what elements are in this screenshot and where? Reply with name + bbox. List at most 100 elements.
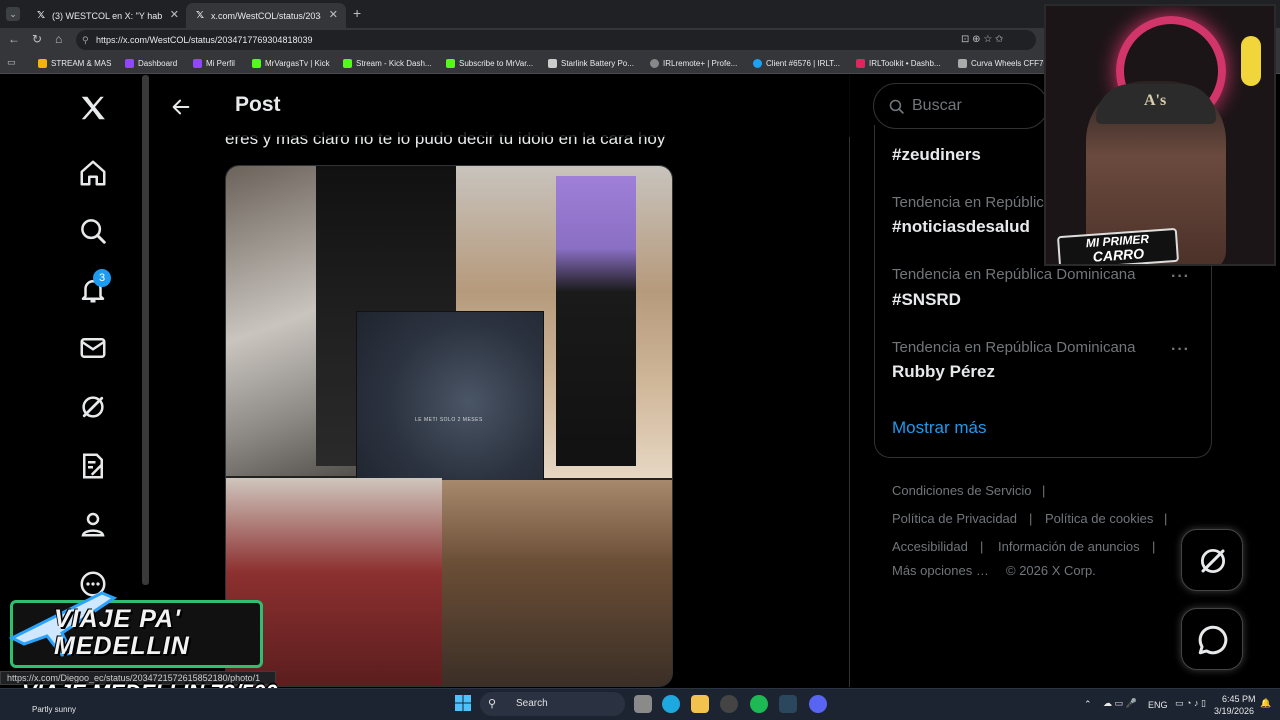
more-options-icon[interactable]: ··· <box>1171 341 1190 359</box>
bookmark-label: IRLToolkit • Dashb... <box>869 59 941 68</box>
car-badge: MI PRIMER CARRO <box>1056 227 1180 264</box>
banner-line: MEDELLIN <box>54 632 190 660</box>
bookmark-label: MrVargasTv | Kick <box>265 59 330 68</box>
copyright: © 2026 X Corp. <box>1006 563 1096 578</box>
footer-link[interactable]: Información de anuncios <box>998 539 1140 554</box>
trend-name[interactable]: #SNSRD <box>892 290 961 310</box>
spotify-icon[interactable] <box>750 695 768 713</box>
bookmark-label: STREAM & MAS <box>51 59 112 68</box>
bookmark-label: IRLremote+ | Profe... <box>663 59 738 68</box>
messages-button[interactable] <box>1181 608 1243 670</box>
site-info-icon[interactable]: ⚲ <box>82 30 89 50</box>
footer-divider: | <box>1152 539 1156 554</box>
new-tab-icon[interactable]: + <box>353 5 361 21</box>
footer-divider: | <box>1029 511 1033 526</box>
photo-racing-outfit <box>556 176 636 466</box>
kick-icon <box>343 59 352 68</box>
mail-icon[interactable] <box>78 333 108 363</box>
notification-bell-icon[interactable]: 🔔 <box>1260 698 1271 709</box>
clock-date[interactable]: 3/19/2026 <box>1214 706 1254 716</box>
bookmark-label: Stream - Kick Dash... <box>356 59 432 68</box>
bookmark-item[interactable]: MrVargasTv | Kick <box>252 57 330 70</box>
apps-icon[interactable]: ▭ <box>7 57 16 68</box>
tab-active-status[interactable]: 𝕏 x.com/WestCOL/status/20347192 ✕ <box>186 3 346 28</box>
trend-name[interactable]: Rubby Pérez <box>892 362 995 382</box>
bookmark-item[interactable]: IRLToolkit • Dashb... <box>856 57 941 70</box>
taskbar-search[interactable]: ⚲ Search <box>480 692 625 716</box>
close-icon[interactable]: ✕ <box>329 8 338 21</box>
reload-icon[interactable]: ↻ <box>32 32 42 46</box>
search-placeholder: Buscar <box>912 97 962 114</box>
bookmark-item[interactable]: IRLremote+ | Profe... <box>650 57 737 70</box>
close-icon[interactable]: ✕ <box>170 8 179 21</box>
grok-icon[interactable] <box>78 392 108 422</box>
notification-badge: 3 <box>93 269 111 287</box>
tweet-media[interactable]: LE METI SOLO 2 MESES <box>225 165 673 687</box>
search-icon[interactable] <box>78 216 108 246</box>
scrollbar[interactable] <box>142 75 149 585</box>
trend-category: Tendencia en República Dominicana <box>892 266 1136 283</box>
x-logo-icon: 𝕏 <box>195 9 205 21</box>
search-icon <box>889 99 904 114</box>
footer-divider: | <box>1164 511 1168 526</box>
tab-westcol-post[interactable]: 𝕏 (3) WESTCOL en X: "Y hablando de ✕ <box>27 3 187 28</box>
footer-link[interactable]: Accesibilidad <box>892 539 968 554</box>
profile-icon[interactable] <box>78 509 108 539</box>
photo-sunglasses-couple <box>442 480 672 686</box>
chevron-up-icon[interactable]: ⌃ <box>1084 699 1092 710</box>
clock-time[interactable]: 6:45 PM <box>1222 694 1256 704</box>
chat-bubble-icon <box>1198 625 1228 655</box>
toolkit-icon <box>856 59 865 68</box>
tab-title: (3) WESTCOL en X: "Y hablando de <box>52 10 162 21</box>
page-tools-icon[interactable]: ⊡ ⊕ ☆ ✩ <box>961 30 1003 50</box>
x-logo-icon: 𝕏 <box>36 9 46 21</box>
bookmark-item[interactable]: Subscribe to MrVar... <box>446 57 533 70</box>
footer-divider: | <box>980 539 984 554</box>
footer-divider: | <box>1042 483 1046 498</box>
home-icon[interactable] <box>78 158 108 188</box>
bookmark-item[interactable]: STREAM & MAS <box>38 57 111 70</box>
back-arrow-icon[interactable] <box>170 96 192 118</box>
trend-name[interactable]: #noticiasdesalud <box>892 217 1030 237</box>
x-logo-icon[interactable] <box>78 93 108 123</box>
weather-label[interactable]: Partly sunny <box>32 705 76 714</box>
address-bar[interactable]: ⚲ https://x.com/WestCOL/status/203471776… <box>76 30 1036 50</box>
banner-line: VIAJE PA' <box>54 605 182 633</box>
tab-search-button[interactable]: ⌄ <box>6 7 20 21</box>
tray-icons[interactable]: ☁ ▭ 🎤 <box>1103 698 1137 709</box>
trend-name[interactable]: #zeudiners <box>892 145 981 165</box>
bookmark-label: Curva Wheels CFF76 <box>971 59 1048 68</box>
page-title: Post <box>235 93 281 116</box>
bookmark-item[interactable]: Dashboard <box>125 57 177 70</box>
more-options-icon[interactable]: ··· <box>1171 268 1190 286</box>
bookmark-item[interactable]: Starlink Battery Po... <box>548 57 634 70</box>
discord-icon[interactable] <box>809 695 827 713</box>
network-volume-icons[interactable]: ▭ ◔ ♪ ▯ <box>1175 698 1206 709</box>
language-indicator[interactable]: ENG <box>1148 700 1168 710</box>
bookmark-item[interactable]: Curva Wheels CFF76 <box>958 57 1048 70</box>
trend-category: Tendencia en República <box>892 194 1053 211</box>
task-view-icon[interactable] <box>634 695 652 713</box>
home-icon[interactable]: ⌂ <box>55 32 62 46</box>
footer-link[interactable]: Política de Privacidad <box>892 511 1017 526</box>
steam-icon[interactable] <box>779 695 797 713</box>
bookmark-item[interactable]: Stream - Kick Dash... <box>343 57 432 70</box>
bookmark-label: Mi Perfil <box>206 59 235 68</box>
bookmark-item[interactable]: Client #6576 | IRLT... <box>753 57 840 70</box>
kick-icon <box>446 59 455 68</box>
start-icon[interactable] <box>455 695 471 711</box>
bookmark-item[interactable]: Mi Perfil <box>193 57 235 70</box>
edge-icon[interactable] <box>662 695 680 713</box>
obs-icon[interactable] <box>720 695 738 713</box>
footer-link[interactable]: Política de cookies <box>1045 511 1153 526</box>
lists-icon[interactable] <box>78 451 108 481</box>
cap-logo: A's <box>1144 92 1167 109</box>
footer-link[interactable]: Condiciones de Servicio <box>892 483 1031 498</box>
footer-link[interactable]: Más opciones … <box>892 563 989 578</box>
show-more-link[interactable]: Mostrar más <box>892 418 986 438</box>
file-explorer-icon[interactable] <box>691 695 709 713</box>
back-icon[interactable]: ← <box>8 32 20 46</box>
bell-icon[interactable]: 3 <box>78 269 111 305</box>
grok-button[interactable] <box>1181 529 1243 591</box>
banner-text: VIAJE PA' MEDELLIN <box>54 606 264 660</box>
